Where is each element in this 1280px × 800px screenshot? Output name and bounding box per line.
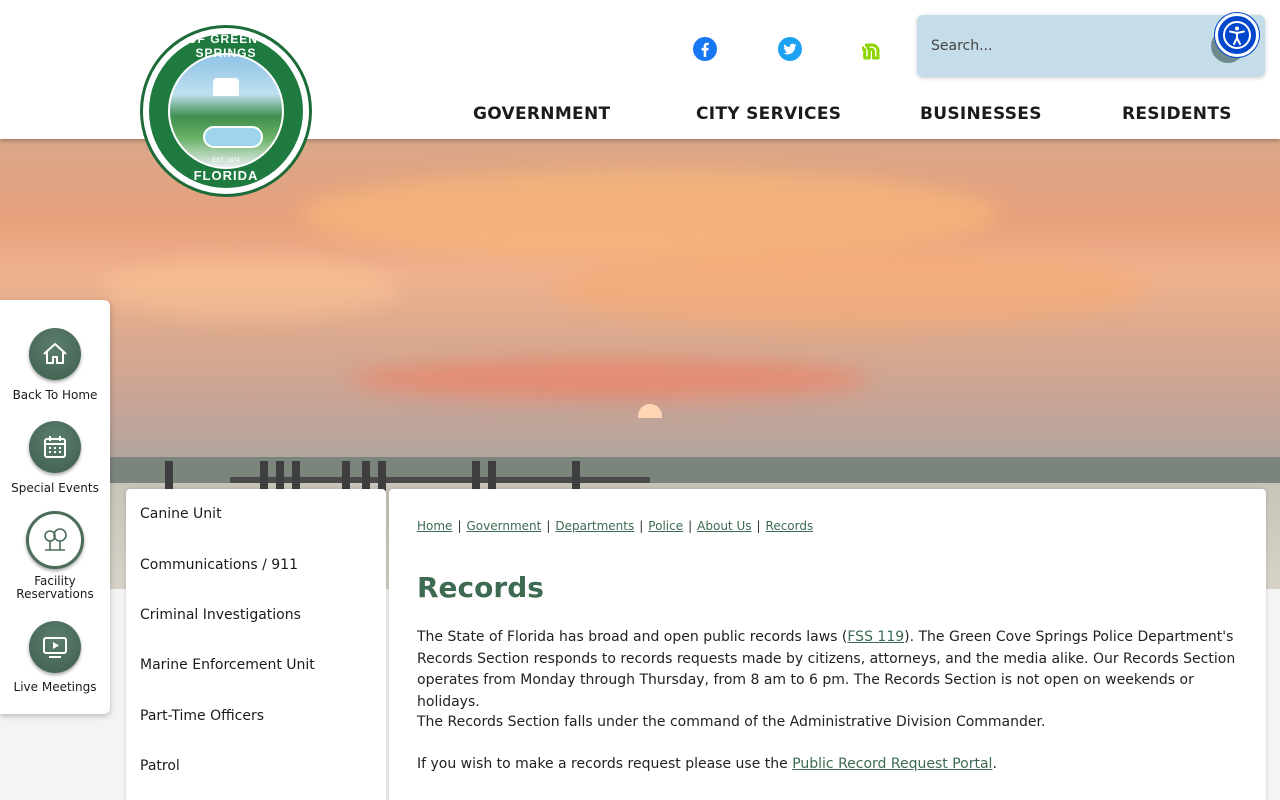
breadcrumb-home[interactable]: Home: [417, 519, 452, 533]
main-content: Home | Government | Departments | Police | About…: [389, 489, 1266, 800]
quick-link-label: Special Events: [11, 481, 99, 495]
breadcrumb-departments[interactable]: Departments: [555, 519, 634, 533]
sidenav-item-communications[interactable]: Communications / 911: [140, 557, 298, 573]
quick-links-panel: Back To Home Special Events Facility Res…: [0, 300, 110, 714]
nav-businesses[interactable]: BUSINESSES: [920, 104, 1042, 124]
breadcrumb-government[interactable]: Government: [466, 519, 541, 533]
records-paragraph-2: The Records Section falls under the comm…: [417, 714, 1046, 730]
nav-city-services[interactable]: CITY SERVICES: [696, 104, 841, 124]
public-record-request-portal-link[interactable]: Public Record Request Portal: [792, 756, 992, 772]
video-icon: [29, 621, 81, 673]
breadcrumb-police[interactable]: Police: [648, 519, 683, 533]
section-side-nav: Canine Unit Communications / 911 Crimina…: [126, 489, 386, 800]
quick-link-label: Live Meetings: [13, 680, 97, 694]
breadcrumb-about-us[interactable]: About Us: [697, 519, 751, 533]
records-paragraph-1: The State of Florida has broad and open …: [417, 629, 1236, 710]
facebook-icon[interactable]: [692, 36, 718, 62]
city-seal-logo[interactable]: CITY OF GREEN COVE SPRINGS EST. 1874 FLO…: [140, 25, 312, 197]
page-title: Records: [417, 571, 544, 604]
search-box: [917, 15, 1265, 77]
sidenav-item-marine-enforcement[interactable]: Marine Enforcement Unit: [140, 657, 315, 673]
sidenav-item-criminal-investigations[interactable]: Criminal Investigations: [140, 607, 301, 623]
fss-119-link[interactable]: FSS 119: [847, 629, 904, 645]
sidenav-item-part-time-officers[interactable]: Part-Time Officers: [140, 708, 264, 724]
quick-link-label: Back To Home: [12, 388, 98, 402]
sidenav-item-canine-unit[interactable]: Canine Unit: [140, 506, 222, 522]
trees-icon: [26, 511, 84, 569]
records-paragraph-3: If you wish to make a records request pl…: [417, 756, 997, 772]
quick-link-label: Facility Reservations: [16, 574, 94, 601]
breadcrumb: Home | Government | Departments | Police | About…: [417, 519, 814, 533]
twitter-icon[interactable]: [777, 36, 803, 62]
accessibility-icon[interactable]: [1215, 13, 1259, 57]
calendar-icon: [29, 421, 81, 473]
breadcrumb-records[interactable]: Records: [766, 519, 814, 533]
nextdoor-icon[interactable]: [862, 36, 888, 62]
nav-residents[interactable]: RESIDENTS: [1122, 104, 1232, 124]
sidenav-item-patrol[interactable]: Patrol: [140, 758, 180, 774]
search-input[interactable]: [931, 29, 1201, 63]
home-icon: [29, 328, 81, 380]
nav-government[interactable]: GOVERNMENT: [473, 104, 610, 124]
